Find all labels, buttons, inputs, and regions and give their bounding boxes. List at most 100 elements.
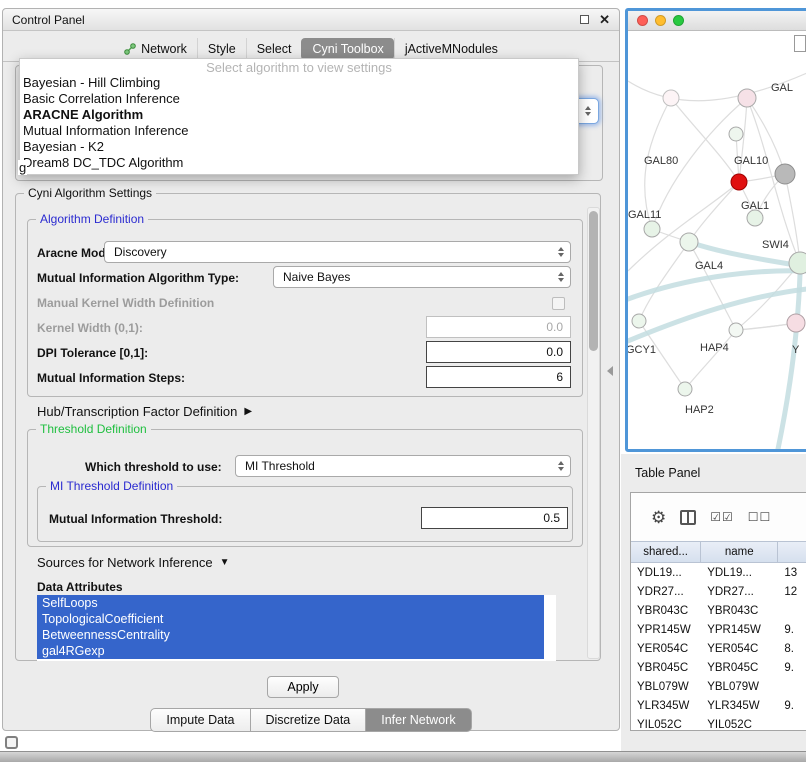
table-row[interactable]: YPR145WYPR145W9. [631, 620, 806, 639]
network-node[interactable] [663, 90, 679, 106]
column-header[interactable]: shared... [631, 542, 701, 562]
column-header[interactable] [778, 542, 806, 562]
clear-all-checkboxes-icon[interactable]: ☐☐ [748, 510, 772, 524]
table-cell[interactable]: 12 [778, 582, 806, 601]
network-node[interactable] [644, 221, 660, 237]
table-cell[interactable]: YIL052C [631, 715, 701, 731]
table-cell[interactable]: YPR145W [701, 620, 778, 639]
tab-cyni-toolbox[interactable]: Cyni Toolbox [301, 38, 393, 60]
table-cell[interactable]: 9. [778, 696, 806, 715]
table-cell[interactable]: YER054C [631, 639, 701, 658]
table-row[interactable]: YBL079WYBL079W [631, 677, 806, 696]
table-row[interactable]: YLR345WYLR345W9. [631, 696, 806, 715]
network-node[interactable] [789, 252, 806, 274]
float-panel-icon[interactable] [580, 15, 589, 24]
table-row[interactable]: YDR27...YDR27...12 [631, 582, 806, 601]
table-cell[interactable]: YPR145W [631, 620, 701, 639]
tab-jactivemnodules[interactable]: jActiveMNodules [394, 38, 508, 60]
close-light-icon[interactable] [637, 15, 648, 26]
network-edge[interactable] [685, 330, 736, 389]
apply-button[interactable]: Apply [267, 676, 339, 698]
control-panel-titlebar[interactable]: Control Panel ✕ [3, 9, 619, 31]
tab-select[interactable]: Select [246, 38, 302, 60]
table-cell[interactable] [778, 677, 806, 696]
close-panel-icon[interactable]: ✕ [599, 13, 610, 26]
table-row[interactable]: YBR043CYBR043C [631, 601, 806, 620]
table-cell[interactable]: 9. [778, 620, 806, 639]
network-node[interactable] [731, 174, 747, 190]
table-cell[interactable]: 13 [778, 563, 806, 582]
list-item[interactable]: SelfLoops [37, 595, 544, 611]
panel-collapse-handle[interactable] [607, 366, 613, 376]
overview-box[interactable] [794, 35, 806, 52]
table-row[interactable]: YBR045CYBR045C9. [631, 658, 806, 677]
table-row[interactable]: YDL19...YDL19...13 [631, 563, 806, 582]
menu-item[interactable]: Bayesian - K2 [20, 139, 578, 155]
network-node[interactable] [775, 164, 795, 184]
menu-item[interactable]: Mutual Information Inference [20, 123, 578, 139]
network-node[interactable] [747, 210, 763, 226]
network-node[interactable] [678, 382, 692, 396]
table-cell[interactable]: YDL19... [631, 563, 701, 582]
table-cell[interactable]: YLR345W [701, 696, 778, 715]
table-cell[interactable]: YBR043C [631, 601, 701, 620]
select-all-checkboxes-icon[interactable]: ☑☑ [710, 510, 734, 524]
aracne-mode-select[interactable]: Discovery [104, 241, 571, 263]
list-item[interactable]: BetweennessCentrality [37, 627, 544, 643]
menu-item[interactable]: ARACNE Algorithm [20, 107, 578, 123]
table-cell[interactable]: YBR045C [631, 658, 701, 677]
mi-type-select[interactable]: Naive Bayes [273, 266, 571, 288]
list-item[interactable]: gal4RGexp [37, 643, 544, 659]
table-row[interactable]: YIL052CYIL052C [631, 715, 806, 731]
table-cell[interactable]: YBR045C [701, 658, 778, 677]
list-item[interactable]: TopologicalCoefficient [37, 611, 544, 627]
tab-impute-data[interactable]: Impute Data [150, 708, 250, 732]
tab-infer-network[interactable]: Infer Network [366, 708, 471, 732]
network-node[interactable] [738, 89, 756, 107]
tab-discretize-data[interactable]: Discretize Data [251, 708, 367, 732]
table-row[interactable]: YER054CYER054C8. [631, 639, 806, 658]
tab-style[interactable]: Style [197, 38, 246, 60]
hub-section-toggle[interactable]: Hub/Transcription Factor Definition ▶ [37, 404, 252, 419]
table-cell[interactable]: YER054C [701, 639, 778, 658]
table-cell[interactable]: YDR27... [631, 582, 701, 601]
gear-icon[interactable]: ⚙ [651, 509, 666, 526]
column-header[interactable]: name [701, 542, 778, 562]
network-node[interactable] [729, 323, 743, 337]
network-view-window[interactable]: GALGAL80GAL10GAL11GAL1SWI4GAL4GCY1HAP4HA… [625, 8, 806, 452]
network-edge[interactable] [628, 289, 806, 341]
table-cell[interactable]: YDR27... [701, 582, 778, 601]
network-edge[interactable] [689, 182, 739, 242]
table-cell[interactable]: YBL079W [701, 677, 778, 696]
network-window-titlebar[interactable] [628, 11, 806, 31]
network-canvas[interactable]: GALGAL80GAL10GAL11GAL1SWI4GAL4GCY1HAP4HA… [628, 31, 806, 452]
table-cell[interactable]: 9. [778, 658, 806, 677]
table-cell[interactable] [778, 601, 806, 620]
kernel-width-field[interactable]: 0.0 [426, 316, 571, 338]
manual-kernel-checkbox[interactable] [552, 297, 565, 310]
mi-threshold-field[interactable]: 0.5 [421, 507, 568, 529]
table-cell[interactable]: YIL052C [701, 715, 778, 731]
table-cell[interactable] [778, 715, 806, 731]
table-cell[interactable]: YDL19... [701, 563, 778, 582]
network-edge[interactable] [778, 274, 800, 449]
table-cell[interactable]: YBL079W [631, 677, 701, 696]
restore-panel-icon[interactable] [5, 736, 18, 749]
table-cell[interactable]: YBR043C [701, 601, 778, 620]
sources-section-toggle[interactable]: Sources for Network Inference ▼ [37, 555, 229, 570]
tab-network[interactable]: Network [114, 38, 197, 60]
mi-steps-field[interactable]: 6 [426, 366, 571, 388]
menu-item[interactable]: Basic Correlation Inference [20, 91, 578, 107]
settings-scrollbar[interactable] [587, 207, 600, 659]
network-node[interactable] [680, 233, 698, 251]
dpi-tolerance-field[interactable]: 0.0 [426, 341, 571, 363]
columns-icon[interactable] [680, 510, 696, 525]
which-threshold-select[interactable]: MI Threshold [235, 455, 571, 477]
menu-item[interactable]: Dream8 DC_TDC Algorithm [20, 155, 578, 171]
network-node[interactable] [729, 127, 743, 141]
scrollbar-thumb[interactable] [589, 211, 598, 351]
network-node[interactable] [787, 314, 805, 332]
zoom-light-icon[interactable] [673, 15, 684, 26]
network-node[interactable] [632, 314, 646, 328]
table-cell[interactable]: 8. [778, 639, 806, 658]
